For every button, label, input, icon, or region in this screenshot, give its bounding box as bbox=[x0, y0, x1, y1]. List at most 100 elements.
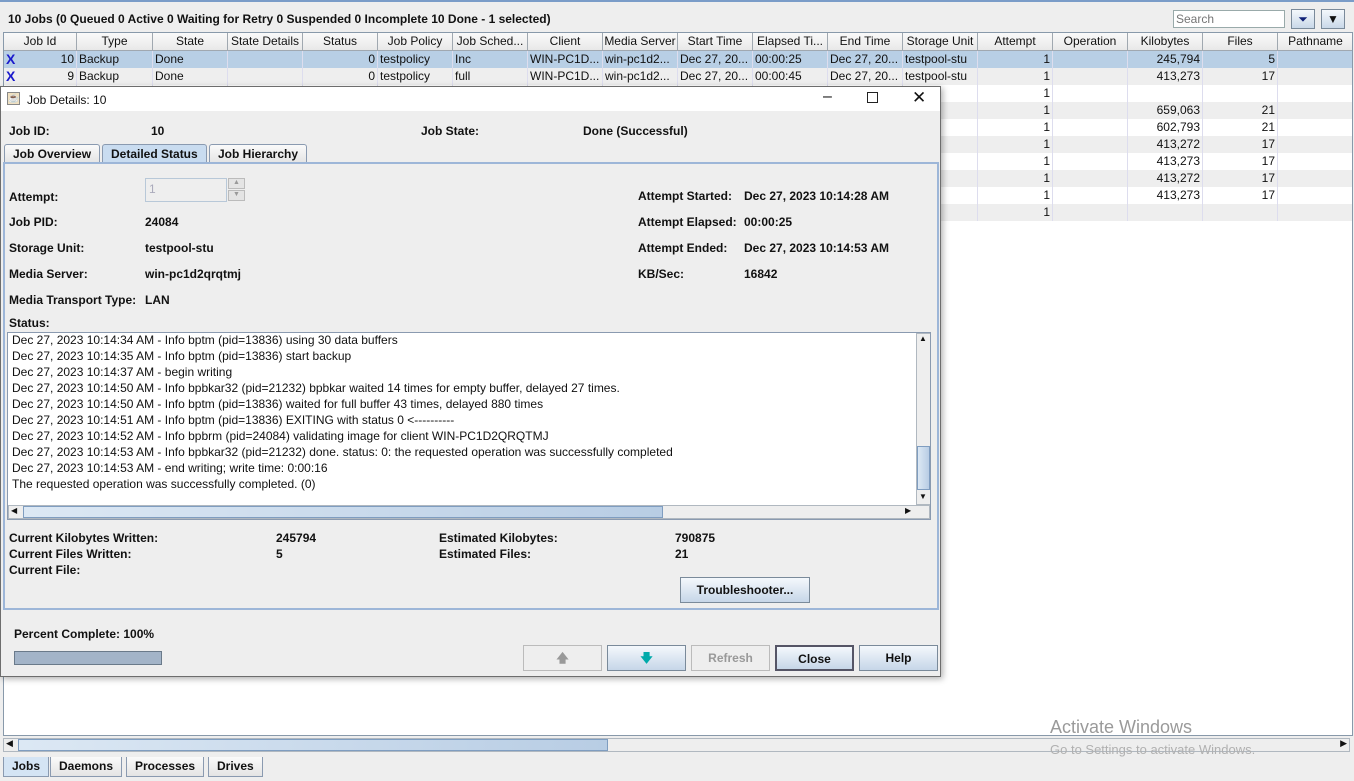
tab-job-overview[interactable]: Job Overview bbox=[4, 144, 101, 163]
filter-icon[interactable]: ⏷ bbox=[1291, 9, 1315, 29]
table-cell bbox=[1278, 187, 1352, 204]
table-cell: 17 bbox=[1203, 68, 1278, 85]
log-vertical-scrollbar[interactable]: ▲ ▼ bbox=[916, 333, 930, 505]
attempt-label: Attempt: bbox=[9, 190, 59, 204]
column-header[interactable]: Job Id bbox=[4, 33, 77, 51]
log-vscroll-thumb[interactable] bbox=[917, 446, 930, 490]
scroll-up-icon[interactable]: ▲ bbox=[919, 334, 927, 343]
table-cell: testpool-stu bbox=[903, 51, 978, 68]
log-line: Dec 27, 2023 10:14:50 AM - Info bptm (pi… bbox=[12, 397, 544, 411]
table-cell: 1 bbox=[978, 170, 1053, 187]
estimated-kb-value: 790875 bbox=[675, 531, 716, 545]
table-cell: testpool-stu bbox=[903, 68, 978, 85]
column-header[interactable]: State Details bbox=[228, 33, 303, 51]
table-cell bbox=[1128, 85, 1203, 102]
tab-processes[interactable]: Processes bbox=[126, 757, 205, 777]
column-header[interactable]: State bbox=[153, 33, 228, 51]
dialog-titlebar[interactable]: ☕ Job Details: 10 – ✕ bbox=[1, 87, 940, 111]
scroll-right-icon[interactable]: ▶ bbox=[905, 506, 911, 515]
column-header[interactable]: Media Server bbox=[603, 33, 678, 51]
scroll-left-icon[interactable]: ◀ bbox=[11, 506, 17, 515]
column-header[interactable]: Files bbox=[1203, 33, 1278, 51]
status-log[interactable]: The requested operation was successfully… bbox=[7, 332, 931, 520]
column-header[interactable]: Attempt bbox=[978, 33, 1053, 51]
table-cell: testpolicy bbox=[378, 68, 453, 85]
table-cell: 413,273 bbox=[1128, 187, 1203, 204]
table-row[interactable]: 9 Backup Done 0 testpolicy full WIN-PC1D... win… bbox=[4, 68, 1352, 85]
table-cell: win-pc1d2... bbox=[603, 51, 678, 68]
help-button[interactable]: Help bbox=[859, 645, 938, 671]
tab-detailed-status[interactable]: Detailed Status bbox=[102, 144, 207, 163]
table-cell bbox=[228, 51, 303, 68]
tab-daemons[interactable]: Daemons bbox=[50, 757, 123, 777]
table-cell: 21 bbox=[1203, 102, 1278, 119]
column-header[interactable]: Kilobytes bbox=[1128, 33, 1203, 51]
table-cell: Dec 27, 20... bbox=[828, 51, 903, 68]
tab-jobs[interactable]: Jobs bbox=[3, 757, 50, 777]
jobs-summary: 10 Jobs (0 Queued 0 Active 0 Waiting for… bbox=[8, 12, 551, 26]
table-row[interactable]: 10 Backup Done 0 testpolicy Inc WIN-PC1D... win… bbox=[4, 51, 1352, 68]
storage-unit-label: Storage Unit: bbox=[9, 241, 85, 255]
tab-drives[interactable]: Drives bbox=[208, 757, 263, 777]
log-line: Dec 27, 2023 10:14:34 AM - Info bptm (pi… bbox=[12, 333, 398, 347]
dropdown-arrow-icon[interactable]: ▼ bbox=[1321, 9, 1345, 29]
job-state-value: Done (Successful) bbox=[583, 124, 688, 138]
job-details-dialog: ☕ Job Details: 10 – ✕ Job ID: 10 Job Sta… bbox=[0, 86, 941, 677]
table-cell: 413,273 bbox=[1128, 68, 1203, 85]
table-cell bbox=[1053, 153, 1128, 170]
scrollbar-thumb[interactable] bbox=[18, 739, 608, 751]
table-cell bbox=[1278, 153, 1352, 170]
next-job-button[interactable]: 🡇 bbox=[607, 645, 686, 671]
scroll-down-icon[interactable]: ▼ bbox=[919, 492, 927, 501]
table-cell: 1 bbox=[978, 136, 1053, 153]
log-line: Dec 27, 2023 10:14:37 AM - begin writing bbox=[12, 365, 233, 379]
close-window-button[interactable]: ✕ bbox=[912, 88, 926, 108]
spinner-down-icon[interactable]: ▼ bbox=[228, 190, 245, 201]
minimize-button[interactable]: – bbox=[823, 88, 832, 106]
search-input[interactable] bbox=[1173, 10, 1285, 28]
table-cell: 413,272 bbox=[1128, 170, 1203, 187]
column-header[interactable]: Storage Unit bbox=[903, 33, 978, 51]
column-header[interactable]: Operation bbox=[1053, 33, 1128, 51]
scroll-left-icon[interactable]: ◀ bbox=[6, 738, 13, 749]
job-state-label: Job State: bbox=[421, 124, 480, 138]
log-line: Dec 27, 2023 10:14:53 AM - Info bpbkar32… bbox=[12, 445, 673, 459]
attempt-spinner[interactable]: 1 bbox=[145, 178, 227, 202]
column-header[interactable]: Start Time bbox=[678, 33, 753, 51]
table-cell: full bbox=[453, 68, 528, 85]
progress-fill bbox=[15, 652, 161, 664]
column-header[interactable]: Client bbox=[528, 33, 603, 51]
scroll-right-icon[interactable]: ▶ bbox=[1340, 738, 1347, 749]
estimated-files-value: 21 bbox=[675, 547, 689, 561]
tab-job-hierarchy[interactable]: Job Hierarchy bbox=[209, 144, 308, 163]
table-cell bbox=[1278, 204, 1352, 221]
table-cell: 413,272 bbox=[1128, 136, 1203, 153]
kbsec-value: 16842 bbox=[744, 267, 778, 281]
spinner-up-icon[interactable]: ▲ bbox=[228, 178, 245, 189]
refresh-button[interactable]: Refresh bbox=[691, 645, 770, 671]
table-cell: 00:00:25 bbox=[753, 51, 828, 68]
log-hscroll-thumb[interactable] bbox=[23, 506, 663, 518]
activate-windows-watermark: Activate Windows bbox=[1050, 717, 1193, 737]
column-header[interactable]: Pathname bbox=[1278, 33, 1352, 51]
column-header[interactable]: Job Sched... bbox=[453, 33, 528, 51]
column-header[interactable]: Status bbox=[303, 33, 378, 51]
column-header[interactable]: Elapsed Ti... bbox=[753, 33, 828, 51]
troubleshooter-button[interactable]: Troubleshooter... bbox=[680, 577, 810, 603]
column-header[interactable]: End Time bbox=[828, 33, 903, 51]
table-cell bbox=[1278, 170, 1352, 187]
table-cell bbox=[1053, 136, 1128, 153]
close-button[interactable]: Close bbox=[775, 645, 854, 671]
table-cell bbox=[1278, 119, 1352, 136]
table-cell: 0 bbox=[303, 68, 378, 85]
maximize-button[interactable] bbox=[867, 92, 878, 103]
table-cell bbox=[228, 68, 303, 85]
column-header[interactable]: Type bbox=[77, 33, 153, 51]
running-man-icon: X bbox=[6, 68, 16, 84]
log-horizontal-scrollbar[interactable]: ◀ ▶ bbox=[8, 505, 930, 519]
column-header[interactable]: Job Policy bbox=[378, 33, 453, 51]
previous-job-button[interactable]: 🡅 bbox=[523, 645, 602, 671]
table-cell bbox=[1053, 119, 1128, 136]
table-cell bbox=[1203, 85, 1278, 102]
table-cell: 17 bbox=[1203, 153, 1278, 170]
